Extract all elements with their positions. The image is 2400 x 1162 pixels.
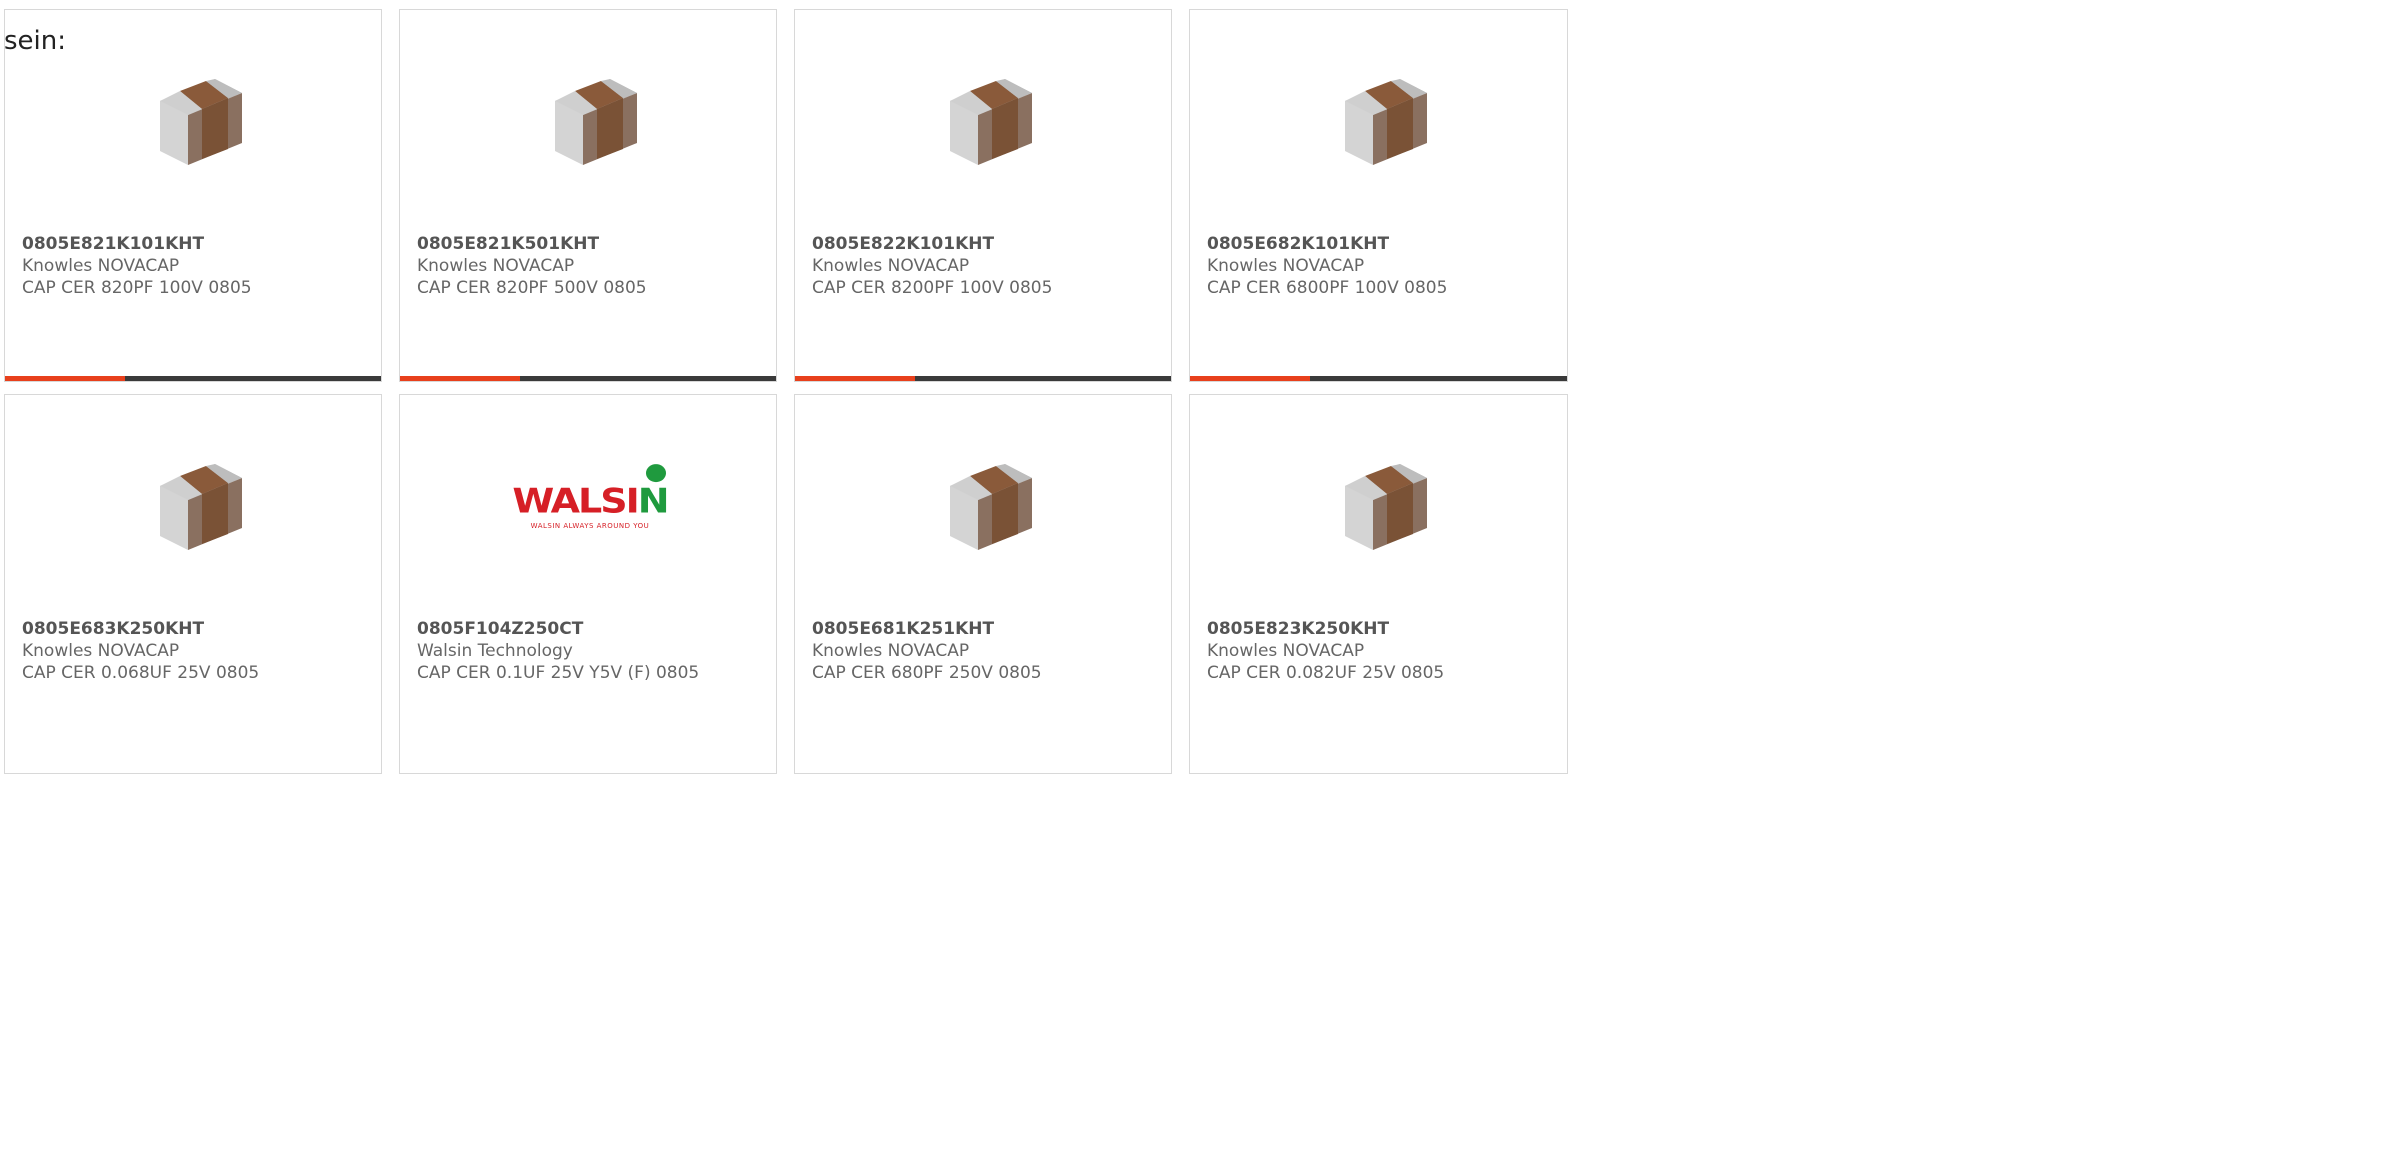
product-card[interactable]: 0805E821K101KHT Knowles NOVACAP CAP CER … <box>4 9 382 382</box>
capacitor-chip-image[interactable] <box>125 441 265 571</box>
capacitor-chip-image[interactable] <box>915 441 1055 571</box>
product-card[interactable]: WALSIN WALSIN ALWAYS AROUND YOU 0805F104… <box>399 394 777 774</box>
card-bottom-bar <box>795 376 1171 381</box>
manufacturer: Knowles NOVACAP <box>1207 256 1365 276</box>
card-bottom-bar <box>400 376 776 381</box>
capacitor-chip-image[interactable] <box>125 56 265 186</box>
product-grid: 0805E821K101KHT Knowles NOVACAP CAP CER … <box>4 9 1568 774</box>
product-card[interactable]: 0805E682K101KHT Knowles NOVACAP CAP CER … <box>1189 9 1568 382</box>
product-card[interactable]: 0805E683K250KHT Knowles NOVACAP CAP CER … <box>4 394 382 774</box>
card-bottom-bar <box>5 376 381 381</box>
product-card[interactable]: 0805E821K501KHT Knowles NOVACAP CAP CER … <box>399 9 777 382</box>
part-number[interactable]: 0805E682K101KHT <box>1207 233 1447 255</box>
product-card[interactable]: 0805E681K251KHT Knowles NOVACAP CAP CER … <box>794 394 1172 774</box>
description: CAP CER 820PF 500V 0805 <box>417 278 647 298</box>
description: CAP CER 8200PF 100V 0805 <box>812 278 1053 298</box>
description: CAP CER 820PF 100V 0805 <box>22 278 252 298</box>
card-accent-bar <box>400 376 520 381</box>
description: CAP CER 6800PF 100V 0805 <box>1207 278 1448 298</box>
part-number[interactable]: 0805F104Z250CT <box>417 618 699 640</box>
manufacturer: Knowles NOVACAP <box>22 256 180 276</box>
part-number[interactable]: 0805E821K101KHT <box>22 233 252 255</box>
product-info: 0805E682K101KHT Knowles NOVACAP CAP CER … <box>1207 233 1447 299</box>
intro-text: sein: <box>4 26 67 56</box>
product-info: 0805E821K501KHT Knowles NOVACAP CAP CER … <box>417 233 647 299</box>
manufacturer: Knowles NOVACAP <box>1207 641 1365 661</box>
part-number[interactable]: 0805E823K250KHT <box>1207 618 1444 640</box>
manufacturer: Walsin Technology <box>417 641 573 661</box>
walsin-logo-red: WALSI <box>512 481 639 521</box>
description: CAP CER 0.068UF 25V 0805 <box>22 663 260 683</box>
product-card[interactable]: 0805E822K101KHT Knowles NOVACAP CAP CER … <box>794 9 1172 382</box>
card-accent-bar <box>795 376 915 381</box>
walsin-globe-icon <box>645 464 666 483</box>
card-bottom-bar <box>1190 376 1567 381</box>
capacitor-chip-image[interactable] <box>915 56 1055 186</box>
capacitor-chip-image[interactable] <box>520 56 660 186</box>
product-info: 0805E823K250KHT Knowles NOVACAP CAP CER … <box>1207 618 1444 684</box>
product-info: 0805E681K251KHT Knowles NOVACAP CAP CER … <box>812 618 1042 684</box>
description: CAP CER 0.1UF 25V Y5V (F) 0805 <box>417 663 700 683</box>
product-card[interactable]: 0805E823K250KHT Knowles NOVACAP CAP CER … <box>1189 394 1568 774</box>
description: CAP CER 680PF 250V 0805 <box>812 663 1042 683</box>
capacitor-chip-image[interactable] <box>1310 441 1450 571</box>
product-grid-page: sein: 0805E821K101KHT Knowles NOVACAP CA… <box>0 0 1568 774</box>
walsin-logo[interactable]: WALSIN WALSIN ALWAYS AROUND YOU <box>512 441 670 571</box>
part-number[interactable]: 0805E683K250KHT <box>22 618 259 640</box>
card-accent-bar <box>1190 376 1310 381</box>
part-number[interactable]: 0805E822K101KHT <box>812 233 1052 255</box>
manufacturer: Knowles NOVACAP <box>812 256 970 276</box>
part-number[interactable]: 0805E681K251KHT <box>812 618 1042 640</box>
product-info: 0805F104Z250CT Walsin Technology CAP CER… <box>417 618 699 684</box>
card-accent-bar <box>5 376 125 381</box>
manufacturer: Knowles NOVACAP <box>417 256 575 276</box>
description: CAP CER 0.082UF 25V 0805 <box>1207 663 1445 683</box>
part-number[interactable]: 0805E821K501KHT <box>417 233 647 255</box>
walsin-logo-green: N <box>637 481 670 521</box>
capacitor-chip-image[interactable] <box>1310 56 1450 186</box>
walsin-tagline: WALSIN ALWAYS AROUND YOU <box>530 522 650 530</box>
product-info: 0805E821K101KHT Knowles NOVACAP CAP CER … <box>22 233 252 299</box>
manufacturer: Knowles NOVACAP <box>22 641 180 661</box>
product-info: 0805E683K250KHT Knowles NOVACAP CAP CER … <box>22 618 259 684</box>
product-info: 0805E822K101KHT Knowles NOVACAP CAP CER … <box>812 233 1052 299</box>
manufacturer: Knowles NOVACAP <box>812 641 970 661</box>
